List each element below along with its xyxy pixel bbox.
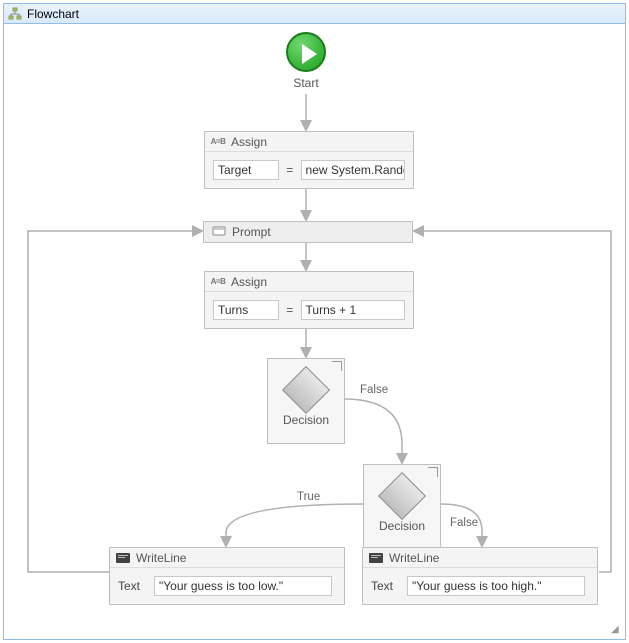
equals-label: = <box>285 163 295 177</box>
assign-turns-activity[interactable]: A=B Assign Turns = Turns + 1 <box>204 271 414 329</box>
writeline-icon <box>369 552 383 564</box>
writeline-icon <box>116 552 130 564</box>
writeline-text-input[interactable]: "Your guess is too high." <box>407 576 585 596</box>
start-label: Start <box>286 76 326 90</box>
diamond-icon <box>378 472 426 520</box>
flowchart-panel: Flowchart <box>3 3 626 640</box>
assign-target-activity[interactable]: A=B Assign Target = new System.Random <box>204 131 414 189</box>
start-node[interactable]: Start <box>286 32 326 90</box>
edge-label-false: False <box>450 517 478 529</box>
assign-icon: A=B <box>211 136 225 148</box>
decision-label: Decision <box>364 519 440 533</box>
prompt-label: Prompt <box>232 225 271 239</box>
diamond-icon <box>282 366 330 414</box>
prompt-icon <box>212 225 226 240</box>
canvas[interactable]: Start A=B Assign Target = new System.Ran… <box>4 24 625 639</box>
activity-header: WriteLine <box>110 548 344 568</box>
expand-icon[interactable] <box>428 467 438 477</box>
expand-icon[interactable] <box>332 361 342 371</box>
play-icon <box>286 32 326 72</box>
text-label: Text <box>118 579 148 593</box>
assign-to-input[interactable]: Turns <box>213 300 279 320</box>
prompt-activity[interactable]: Prompt <box>203 221 413 243</box>
assign-icon: A=B <box>211 276 225 288</box>
activity-header: WriteLine <box>363 548 597 568</box>
panel-title: Flowchart <box>27 7 79 21</box>
resize-grip[interactable]: ◢ <box>611 625 623 637</box>
activity-title: Assign <box>231 275 267 289</box>
decision-label: Decision <box>268 413 344 427</box>
activity-title: WriteLine <box>389 551 439 565</box>
decision-2[interactable]: Decision <box>363 464 441 550</box>
activity-header: A=B Assign <box>205 132 413 152</box>
text-label: Text <box>371 579 401 593</box>
writeline-low-activity[interactable]: WriteLine Text "Your guess is too low." <box>109 547 345 605</box>
writeline-text-input[interactable]: "Your guess is too low." <box>154 576 332 596</box>
writeline-high-activity[interactable]: WriteLine Text "Your guess is too high." <box>362 547 598 605</box>
activity-title: Assign <box>231 135 267 149</box>
assign-value-input[interactable]: new System.Random <box>301 160 405 180</box>
assign-to-input[interactable]: Target <box>213 160 279 180</box>
edge-label-true: True <box>297 491 320 503</box>
decision-1[interactable]: Decision <box>267 358 345 444</box>
equals-label: = <box>285 303 295 317</box>
activity-header: A=B Assign <box>205 272 413 292</box>
assign-value-input[interactable]: Turns + 1 <box>301 300 405 320</box>
edge-label-false: False <box>360 384 388 396</box>
panel-header[interactable]: Flowchart <box>4 4 625 24</box>
flowchart-icon <box>8 7 22 21</box>
activity-title: WriteLine <box>136 551 186 565</box>
